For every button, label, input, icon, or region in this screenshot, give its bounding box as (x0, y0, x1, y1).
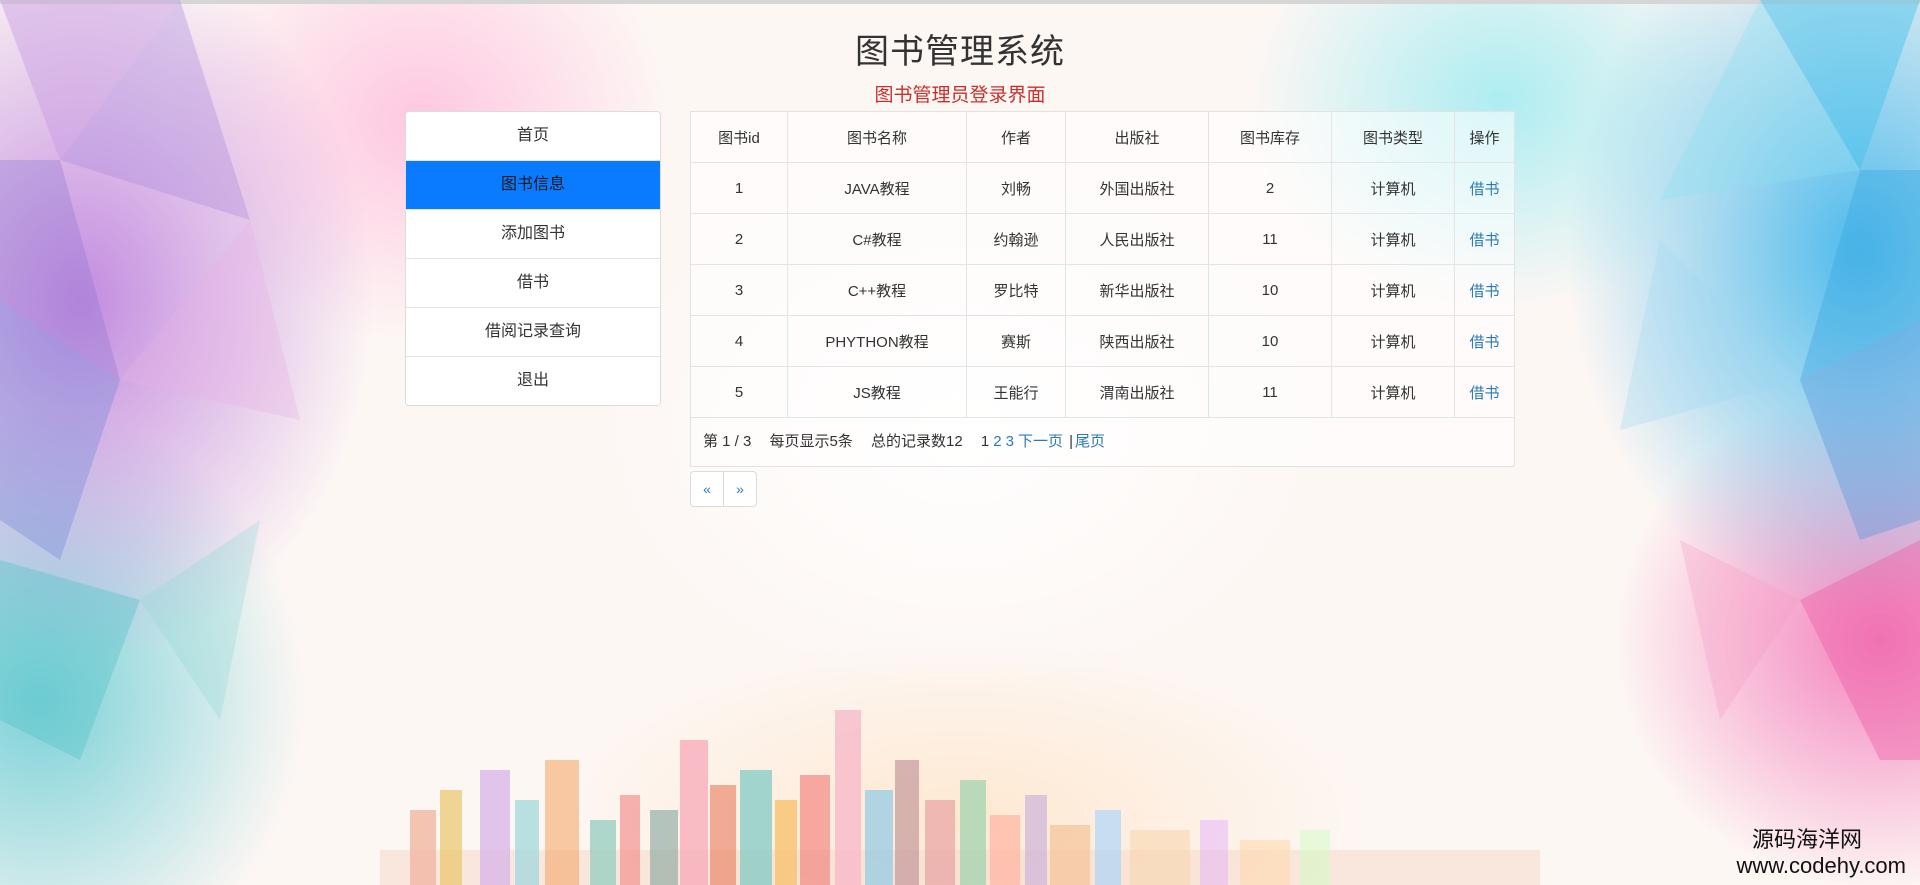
book-table: 图书id 图书名称 作者 出版社 图书库存 图书类型 操作 1 JAVA教程 刘… (691, 112, 1514, 418)
cell-name: PHYTHON教程 (787, 315, 967, 367)
sidebar-item-book-info[interactable]: 图书信息 (406, 161, 660, 210)
pager-separator: | (1069, 433, 1074, 450)
col-header-action: 操作 (1454, 112, 1514, 163)
cell-action: 借书 (1454, 264, 1514, 316)
cell-action: 借书 (1454, 315, 1514, 367)
sidebar-item-add-book[interactable]: 添加图书 (406, 210, 660, 259)
sidebar-item-borrow-records[interactable]: 借阅记录查询 (406, 308, 660, 357)
borrow-link[interactable]: 借书 (1469, 385, 1499, 402)
book-table-panel: 图书id 图书名称 作者 出版社 图书库存 图书类型 操作 1 JAVA教程 刘… (690, 111, 1515, 467)
col-header-type: 图书类型 (1331, 112, 1455, 163)
table-row: 4 PHYTHON教程 赛斯 陕西出版社 10 计算机 借书 (691, 315, 1514, 367)
cell-stock: 10 (1208, 264, 1332, 316)
cell-id: 2 (691, 213, 788, 265)
city-skyline-illustration (380, 710, 1540, 885)
page-number-link[interactable]: 2 (993, 433, 1001, 450)
cell-publisher: 外国出版社 (1065, 162, 1209, 214)
page-number-link[interactable]: 3 (1006, 433, 1014, 450)
sidebar-item-borrow[interactable]: 借书 (406, 259, 660, 308)
cell-name: C#教程 (787, 213, 967, 265)
cell-action: 借书 (1454, 213, 1514, 265)
prev-page-button[interactable]: « (691, 472, 724, 506)
cell-id: 1 (691, 162, 788, 214)
cell-stock: 11 (1208, 366, 1332, 418)
sidebar-nav: 首页 图书信息 添加图书 借书 借阅记录查询 退出 (405, 111, 661, 406)
col-header-author: 作者 (966, 112, 1066, 163)
page-title: 图书管理系统 (855, 33, 1065, 71)
per-page-info: 每页显示5条 (769, 433, 853, 450)
col-header-id: 图书id (691, 112, 788, 163)
pagination-info: 第 1 / 3 每页显示5条 总的记录数12 1 2 3 下一页 | 尾页 (691, 418, 1514, 466)
watermark-url: www.codehy.com (1736, 853, 1906, 878)
page-subtitle: 图书管理员登录界面 (874, 85, 1046, 106)
cell-author: 王能行 (966, 366, 1066, 418)
cell-id: 4 (691, 315, 788, 367)
cell-stock: 11 (1208, 213, 1332, 265)
page-info: 第 1 / 3 (703, 433, 752, 450)
cell-stock: 10 (1208, 315, 1332, 367)
cell-action: 借书 (1454, 366, 1514, 418)
cell-action: 借书 (1454, 162, 1514, 214)
cell-publisher: 陕西出版社 (1065, 315, 1209, 367)
sidebar-item-home[interactable]: 首页 (406, 112, 660, 161)
cell-type: 计算机 (1331, 162, 1455, 214)
last-page-link[interactable]: 尾页 (1075, 433, 1105, 450)
pager-arrows: « » (690, 471, 757, 507)
table-header-row: 图书id 图书名称 作者 出版社 图书库存 图书类型 操作 (691, 112, 1514, 163)
cell-id: 5 (691, 366, 788, 418)
borrow-link[interactable]: 借书 (1469, 232, 1499, 249)
cell-author: 赛斯 (966, 315, 1066, 367)
top-border (0, 0, 1920, 4)
col-header-stock: 图书库存 (1208, 112, 1332, 163)
sidebar-item-logout[interactable]: 退出 (406, 357, 660, 405)
table-row: 3 C++教程 罗比特 新华出版社 10 计算机 借书 (691, 264, 1514, 316)
cell-type: 计算机 (1331, 366, 1455, 418)
cell-stock: 2 (1208, 162, 1332, 214)
cell-type: 计算机 (1331, 264, 1455, 316)
cell-name: JAVA教程 (787, 162, 967, 214)
table-row: 5 JS教程 王能行 渭南出版社 11 计算机 借书 (691, 366, 1514, 418)
table-row: 1 JAVA教程 刘畅 外国出版社 2 计算机 借书 (691, 162, 1514, 214)
cell-id: 3 (691, 264, 788, 316)
total-records: 总的记录数12 (871, 433, 963, 450)
cell-author: 罗比特 (966, 264, 1066, 316)
watermark: 源码海洋网 www.codehy.com (1736, 827, 1906, 879)
watermark-name: 源码海洋网 (1751, 827, 1862, 852)
cell-type: 计算机 (1331, 315, 1455, 367)
next-page-button[interactable]: » (724, 472, 756, 506)
cell-name: JS教程 (787, 366, 967, 418)
cell-publisher: 人民出版社 (1065, 213, 1209, 265)
borrow-link[interactable]: 借书 (1469, 181, 1499, 198)
next-page-link[interactable]: 下一页 (1018, 433, 1063, 450)
cell-publisher: 渭南出版社 (1065, 366, 1209, 418)
cell-author: 约翰逊 (966, 213, 1066, 265)
col-header-publisher: 出版社 (1065, 112, 1209, 163)
cell-name: C++教程 (787, 264, 967, 316)
cell-author: 刘畅 (966, 162, 1066, 214)
page-number-current: 1 (980, 433, 990, 450)
borrow-link[interactable]: 借书 (1469, 283, 1499, 300)
table-row: 2 C#教程 约翰逊 人民出版社 11 计算机 借书 (691, 213, 1514, 265)
col-header-name: 图书名称 (787, 112, 967, 163)
borrow-link[interactable]: 借书 (1469, 334, 1499, 351)
cell-type: 计算机 (1331, 213, 1455, 265)
cell-publisher: 新华出版社 (1065, 264, 1209, 316)
